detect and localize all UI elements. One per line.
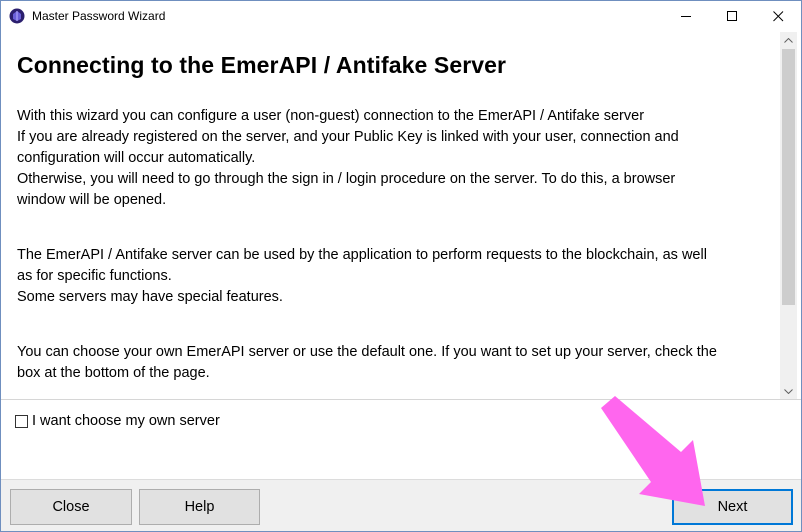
text-line: Some servers may have special features. — [17, 289, 283, 305]
text-line: You can choose your own EmerAPI server o… — [17, 344, 717, 360]
close-icon — [772, 11, 783, 22]
own-server-option[interactable]: I want choose my own server — [15, 413, 220, 429]
content-divider — [1, 399, 801, 400]
title-bar: Master Password Wizard — [1, 1, 801, 32]
close-window-button[interactable] — [755, 1, 801, 32]
server-usage-paragraph: The EmerAPI / Antifake server can be use… — [17, 245, 767, 308]
button-bar: Close Help Next — [1, 479, 801, 531]
text-line: The EmerAPI / Antifake server can be use… — [17, 247, 707, 263]
scrollbar-thumb[interactable] — [782, 49, 795, 305]
own-server-checkbox[interactable] — [15, 414, 28, 428]
window-title: Master Password Wizard — [32, 9, 166, 23]
vertical-scrollbar[interactable] — [780, 32, 797, 400]
minimize-button[interactable] — [663, 1, 709, 32]
text-line: With this wizard you can configure a use… — [17, 108, 645, 124]
wizard-page-content: Connecting to the EmerAPI / Antifake Ser… — [7, 32, 797, 400]
help-button[interactable]: Help — [139, 489, 260, 525]
wizard-window: Master Password Wizard Connecting to the… — [0, 0, 802, 532]
close-button[interactable]: Close — [10, 489, 132, 525]
scroll-down-button[interactable] — [780, 383, 797, 400]
page-title: Connecting to the EmerAPI / Antifake Ser… — [17, 52, 507, 78]
scroll-up-button[interactable] — [780, 32, 797, 49]
next-button[interactable]: Next — [672, 489, 793, 525]
minimize-icon — [680, 16, 691, 17]
emer-app-icon — [9, 8, 25, 24]
maximize-button[interactable] — [709, 1, 755, 32]
text-line: If you are already registered on the ser… — [17, 129, 679, 145]
text-line: window will be opened. — [17, 192, 167, 208]
own-server-checkbox-label[interactable]: I want choose my own server — [32, 413, 220, 429]
text-line: box at the bottom of the page. — [17, 365, 210, 381]
text-line: as for specific functions. — [17, 268, 172, 284]
custom-server-paragraph: You can choose your own EmerAPI server o… — [17, 342, 767, 384]
intro-paragraph: With this wizard you can configure a use… — [17, 106, 767, 211]
chevron-up-icon — [784, 38, 793, 43]
chevron-down-icon — [784, 389, 793, 394]
text-line: Otherwise, you will need to go through t… — [17, 171, 676, 187]
text-line: configuration will occur automatically. — [17, 150, 256, 166]
maximize-icon — [726, 11, 737, 21]
